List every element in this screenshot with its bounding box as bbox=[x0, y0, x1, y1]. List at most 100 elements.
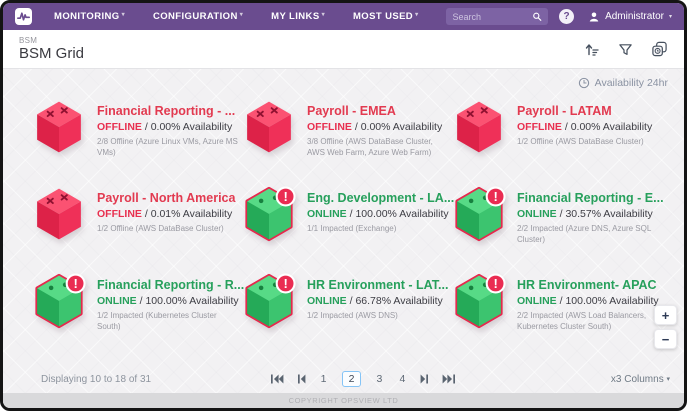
tile-text: Financial Reporting - R... ONLINE / 100.… bbox=[97, 273, 239, 333]
impacted-badge-icon: ! bbox=[277, 275, 295, 293]
status-cube-icon: ! bbox=[451, 186, 507, 242]
tile-title[interactable]: Financial Reporting - E... bbox=[517, 191, 659, 205]
chevron-down-icon: ▾ bbox=[669, 13, 672, 20]
tile-status: OFFLINE bbox=[307, 121, 352, 133]
tile-status-line: ONLINE / 30.57% Availability bbox=[517, 208, 659, 220]
tile-text: Financial Reporting - E... ONLINE / 30.5… bbox=[517, 186, 659, 246]
status-cube-icon: ! bbox=[31, 273, 87, 329]
tile-status: ONLINE bbox=[97, 295, 137, 307]
tile-detail: 2/8 Offline (Azure Linux VMs, Azure MS V… bbox=[97, 137, 239, 159]
user-menu[interactable]: Administrator ▾ bbox=[588, 11, 672, 23]
tile-availability: 0.00% Availability bbox=[361, 121, 443, 133]
last-page-button[interactable] bbox=[442, 374, 456, 384]
search-box[interactable] bbox=[446, 8, 548, 25]
opsview-logo-icon[interactable] bbox=[15, 8, 32, 25]
pagination-bar: Displaying 10 to 18 of 31 1234 x3 Column… bbox=[3, 367, 684, 393]
app-window: MONITORING▾ CONFIGURATION▾ MY LINKS▾ MOS… bbox=[0, 0, 687, 411]
user-name: Administrator bbox=[605, 11, 664, 22]
tile-title[interactable]: Payroll - North America bbox=[97, 191, 235, 205]
bsm-tile[interactable]: ! HR Environment- APAC ONLINE / 100.00% … bbox=[451, 273, 661, 360]
tile-status-line: OFFLINE / 0.00% Availability bbox=[517, 121, 652, 133]
tile-title[interactable]: HR Environment - LAT... bbox=[307, 278, 448, 292]
bsm-tile[interactable]: ! Financial Reporting - E... ONLINE / 30… bbox=[451, 186, 661, 273]
tile-text: HR Environment- APAC ONLINE / 100.00% Av… bbox=[517, 273, 659, 333]
bsm-tile[interactable]: ! Financial Reporting - ... OFFLINE / 0.… bbox=[31, 99, 241, 186]
menu-configuration[interactable]: CONFIGURATION▾ bbox=[153, 11, 243, 22]
page-number-4[interactable]: 4 bbox=[397, 373, 407, 385]
menu-most-used[interactable]: MOST USED▾ bbox=[353, 11, 419, 22]
help-icon[interactable]: ? bbox=[559, 9, 574, 24]
tile-status: OFFLINE bbox=[97, 121, 142, 133]
menu-monitoring[interactable]: MONITORING▾ bbox=[54, 11, 125, 22]
tile-status: OFFLINE bbox=[517, 121, 562, 133]
page-number-2[interactable]: 2 bbox=[342, 371, 362, 387]
bsm-tile[interactable]: ! Payroll - LATAM OFFLINE / 0.00% Availa… bbox=[451, 99, 661, 186]
tile-title[interactable]: Eng. Development - LA... bbox=[307, 191, 449, 205]
next-page-button[interactable] bbox=[420, 374, 429, 384]
first-page-button[interactable] bbox=[270, 374, 284, 384]
pulse-glyph bbox=[17, 10, 30, 23]
tile-status: ONLINE bbox=[517, 208, 557, 220]
tile-title[interactable]: Payroll - LATAM bbox=[517, 104, 652, 118]
copyright-footer: COPYRIGHT OPSVIEW LTD bbox=[3, 393, 684, 408]
sort-icon[interactable] bbox=[584, 42, 600, 57]
tile-separator: / bbox=[352, 121, 361, 133]
filter-icon[interactable] bbox=[618, 42, 633, 57]
svg-text:!: ! bbox=[283, 189, 287, 204]
tile-availability: 100.00% Availability bbox=[355, 208, 448, 220]
breadcrumb: BSM bbox=[19, 36, 84, 45]
zoom-out-button[interactable]: − bbox=[654, 329, 677, 349]
tile-availability: 0.01% Availability bbox=[151, 208, 233, 220]
status-cube-icon: ! bbox=[241, 273, 297, 329]
page-number-1[interactable]: 1 bbox=[319, 373, 329, 385]
tile-status-line: ONLINE / 100.00% Availability bbox=[307, 208, 449, 220]
page-titles: BSM BSM Grid bbox=[19, 36, 84, 62]
tile-text: Payroll - EMEA OFFLINE / 0.00% Availabil… bbox=[307, 99, 449, 159]
tile-text: Payroll - North America OFFLINE / 0.01% … bbox=[97, 186, 235, 235]
impacted-badge-icon: ! bbox=[487, 275, 505, 293]
previous-page-button[interactable] bbox=[297, 374, 306, 384]
zoom-controls: + − bbox=[654, 305, 677, 349]
tile-text: HR Environment - LAT... ONLINE / 66.78% … bbox=[307, 273, 448, 322]
tile-title[interactable]: Payroll - EMEA bbox=[307, 104, 449, 118]
chevron-down-icon: ▾ bbox=[415, 12, 418, 18]
tile-status-line: ONLINE / 100.00% Availability bbox=[97, 295, 239, 307]
bsm-tile[interactable]: ! Eng. Development - LA... ONLINE / 100.… bbox=[241, 186, 451, 273]
availability-period-label[interactable]: Availability 24hr bbox=[595, 77, 668, 89]
tile-separator: / bbox=[142, 208, 151, 220]
page-header: BSM BSM Grid bbox=[3, 30, 684, 69]
menu-my-links-label: MY LINKS bbox=[271, 11, 319, 22]
tile-availability: 66.78% Availability bbox=[355, 295, 442, 307]
tile-detail: 1/2 Offline (AWS DataBase Cluster) bbox=[517, 137, 652, 148]
status-cube-icon: ! bbox=[241, 99, 297, 155]
tile-availability: 0.00% Availability bbox=[571, 121, 653, 133]
search-input[interactable] bbox=[452, 12, 532, 22]
chevron-down-icon: ▾ bbox=[666, 376, 670, 383]
tile-detail: 2/2 Impacted (Azure DNS, Azure SQL Clust… bbox=[517, 224, 659, 246]
tile-title[interactable]: Financial Reporting - ... bbox=[97, 104, 239, 118]
bsm-tile[interactable]: ! Financial Reporting - R... ONLINE / 10… bbox=[31, 273, 241, 360]
menu-monitoring-label: MONITORING bbox=[54, 11, 120, 22]
tile-status-line: OFFLINE / 0.00% Availability bbox=[97, 121, 239, 133]
tile-availability: 100.00% Availability bbox=[565, 295, 658, 307]
tile-text: Financial Reporting - ... OFFLINE / 0.00… bbox=[97, 99, 239, 159]
tile-title[interactable]: Financial Reporting - R... bbox=[97, 278, 239, 292]
bsm-tile[interactable]: ! Payroll - North America OFFLINE / 0.01… bbox=[31, 186, 241, 273]
header-toolbar bbox=[584, 41, 668, 57]
status-cube-icon: ! bbox=[31, 99, 87, 155]
tile-text: Payroll - LATAM OFFLINE / 0.00% Availabi… bbox=[517, 99, 652, 148]
tile-title[interactable]: HR Environment- APAC bbox=[517, 278, 659, 292]
tile-status: ONLINE bbox=[307, 295, 347, 307]
search-icon[interactable] bbox=[532, 11, 542, 22]
columns-selector[interactable]: x3 Columns ▾ bbox=[611, 374, 670, 385]
columns-label: x3 Columns bbox=[611, 374, 664, 385]
tile-detail: 1/2 Impacted (AWS DNS) bbox=[307, 311, 448, 322]
zoom-in-button[interactable]: + bbox=[654, 305, 677, 325]
bsm-tile[interactable]: ! HR Environment - LAT... ONLINE / 66.78… bbox=[241, 273, 451, 360]
top-navigation-bar: MONITORING▾ CONFIGURATION▾ MY LINKS▾ MOS… bbox=[3, 3, 684, 30]
clone-icon[interactable] bbox=[651, 41, 668, 57]
page-number-3[interactable]: 3 bbox=[374, 373, 384, 385]
bsm-tile[interactable]: ! Payroll - EMEA OFFLINE / 0.00% Availab… bbox=[241, 99, 451, 186]
menu-my-links[interactable]: MY LINKS▾ bbox=[271, 11, 325, 22]
tile-status: ONLINE bbox=[307, 208, 347, 220]
